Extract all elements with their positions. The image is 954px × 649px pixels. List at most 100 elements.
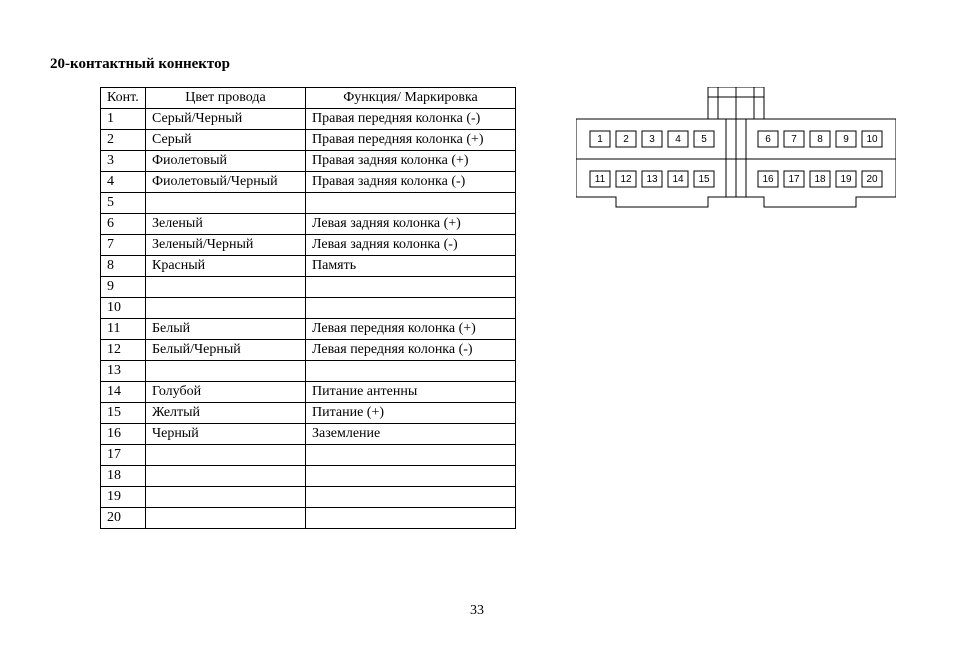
table-row: 8КрасныйПамять <box>101 256 516 277</box>
cell-func: Правая передняя колонка (+) <box>306 130 516 151</box>
table-row: 5 <box>101 193 516 214</box>
connector-pin-label: 7 <box>791 134 797 145</box>
table-row: 18 <box>101 466 516 487</box>
table-row: 20 <box>101 508 516 529</box>
table-row: 2СерыйПравая передняя колонка (+) <box>101 130 516 151</box>
cell-func: Левая передняя колонка (+) <box>306 319 516 340</box>
connector-pin-label: 4 <box>675 134 681 145</box>
page-number: 33 <box>0 603 954 619</box>
cell-pin: 16 <box>101 424 146 445</box>
cell-func: Память <box>306 256 516 277</box>
table-row: 19 <box>101 487 516 508</box>
cell-color <box>146 298 306 319</box>
cell-pin: 11 <box>101 319 146 340</box>
cell-color: Белый/Черный <box>146 340 306 361</box>
cell-color <box>146 193 306 214</box>
cell-func: Левая задняя колонка (+) <box>306 214 516 235</box>
cell-pin: 9 <box>101 277 146 298</box>
connector-pin-label: 15 <box>698 174 710 185</box>
table-row: 17 <box>101 445 516 466</box>
cell-color: Фиолетовый <box>146 151 306 172</box>
cell-pin: 15 <box>101 403 146 424</box>
connector-pin-label: 18 <box>814 174 826 185</box>
cell-pin: 4 <box>101 172 146 193</box>
cell-color <box>146 361 306 382</box>
cell-func <box>306 298 516 319</box>
cell-color: Голубой <box>146 382 306 403</box>
cell-func <box>306 193 516 214</box>
connector-pin-label: 17 <box>788 174 800 185</box>
table-row: 16ЧерныйЗаземление <box>101 424 516 445</box>
table-row: 3ФиолетовыйПравая задняя колонка (+) <box>101 151 516 172</box>
cell-func: Правая передняя колонка (-) <box>306 109 516 130</box>
pinout-table: Конт. Цвет провода Функция/ Маркировка 1… <box>100 87 516 529</box>
cell-func: Заземление <box>306 424 516 445</box>
table-row: 12Белый/ЧерныйЛевая передняя колонка (-) <box>101 340 516 361</box>
connector-pin-label: 1 <box>597 134 603 145</box>
table-header-row: Конт. Цвет провода Функция/ Маркировка <box>101 88 516 109</box>
connector-pin-label: 3 <box>649 134 655 145</box>
connector-pin-label: 5 <box>701 134 707 145</box>
cell-color <box>146 277 306 298</box>
cell-color: Фиолетовый/Черный <box>146 172 306 193</box>
connector-pin-label: 12 <box>620 174 632 185</box>
cell-pin: 1 <box>101 109 146 130</box>
cell-color <box>146 445 306 466</box>
cell-func <box>306 277 516 298</box>
table-row: 13 <box>101 361 516 382</box>
cell-pin: 8 <box>101 256 146 277</box>
connector-pin-label: 8 <box>817 134 823 145</box>
cell-color <box>146 487 306 508</box>
connector-pin-label: 20 <box>866 174 878 185</box>
cell-func: Питание (+) <box>306 403 516 424</box>
cell-color: Серый <box>146 130 306 151</box>
table-row: 14ГолубойПитание антенны <box>101 382 516 403</box>
table-row: 1Серый/ЧерныйПравая передняя колонка (-) <box>101 109 516 130</box>
connector-pin-label: 19 <box>840 174 852 185</box>
cell-color: Серый/Черный <box>146 109 306 130</box>
header-color: Цвет провода <box>146 88 306 109</box>
cell-pin: 13 <box>101 361 146 382</box>
table-row: 15ЖелтыйПитание (+) <box>101 403 516 424</box>
cell-pin: 2 <box>101 130 146 151</box>
cell-func: Левая задняя колонка (-) <box>306 235 516 256</box>
connector-pin-label: 2 <box>623 134 629 145</box>
document-page: 20-контактный коннектор Конт. Цвет прово… <box>0 0 954 649</box>
connector-pin-label: 10 <box>866 134 878 145</box>
cell-pin: 6 <box>101 214 146 235</box>
header-pin: Конт. <box>101 88 146 109</box>
cell-pin: 3 <box>101 151 146 172</box>
cell-color: Зеленый <box>146 214 306 235</box>
cell-func: Правая задняя колонка (+) <box>306 151 516 172</box>
cell-func <box>306 487 516 508</box>
connector-pin-label: 16 <box>762 174 774 185</box>
connector-pin-label: 11 <box>595 174 606 185</box>
header-func: Функция/ Маркировка <box>306 88 516 109</box>
table-row: 6ЗеленыйЛевая задняя колонка (+) <box>101 214 516 235</box>
cell-func: Правая задняя колонка (-) <box>306 172 516 193</box>
table-row: 4Фиолетовый/ЧерныйПравая задняя колонка … <box>101 172 516 193</box>
connector-pin-label: 13 <box>646 174 658 185</box>
table-row: 10 <box>101 298 516 319</box>
cell-func <box>306 466 516 487</box>
cell-pin: 12 <box>101 340 146 361</box>
cell-color: Зеленый/Черный <box>146 235 306 256</box>
cell-func <box>306 445 516 466</box>
content-row: Конт. Цвет провода Функция/ Маркировка 1… <box>50 87 904 529</box>
cell-color <box>146 508 306 529</box>
cell-color: Черный <box>146 424 306 445</box>
cell-pin: 18 <box>101 466 146 487</box>
connector-svg: 1234567891011121314151617181920 <box>576 87 896 227</box>
connector-pin-label: 9 <box>843 134 849 145</box>
cell-color: Желтый <box>146 403 306 424</box>
connector-diagram: 1234567891011121314151617181920 <box>576 87 896 227</box>
cell-color: Красный <box>146 256 306 277</box>
cell-pin: 19 <box>101 487 146 508</box>
cell-func <box>306 361 516 382</box>
section-heading: 20-контактный коннектор <box>50 56 904 73</box>
cell-pin: 14 <box>101 382 146 403</box>
cell-func <box>306 508 516 529</box>
cell-pin: 20 <box>101 508 146 529</box>
cell-color: Белый <box>146 319 306 340</box>
table-row: 9 <box>101 277 516 298</box>
